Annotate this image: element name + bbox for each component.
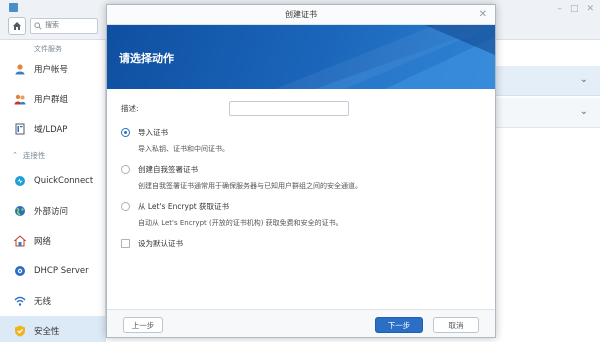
dialog-banner: 请选择动作 — [107, 25, 495, 89]
group-icon — [14, 93, 26, 105]
sidebar: 文件服务 用户帐号 用户群组 域/LDAP ⌃ 连接性 QuickConnect… — [0, 40, 106, 342]
maximize-icon[interactable]: □ — [570, 4, 579, 14]
search-input[interactable] — [45, 21, 101, 29]
sidebar-item-label: 网络 — [34, 237, 52, 247]
sidebar-item-user-accounts[interactable]: 用户帐号 — [0, 54, 105, 84]
sidebar-item-label: 无线 — [34, 297, 52, 307]
sidebar-item-label: 外部访问 — [34, 207, 69, 217]
banner-decoration — [275, 25, 495, 89]
wifi-icon — [14, 295, 26, 307]
option-description: 创建自我签署证书通常用于确保服务器与已知用户群组之间的安全通道。 — [138, 182, 362, 190]
dialog-title: 创建证书 — [285, 10, 317, 19]
create-certificate-dialog: 创建证书 ✕ 请选择动作 描述: 导入证书 导入私钥、证书和中间证书。 创建自我… — [106, 4, 496, 338]
cancel-button[interactable]: 取消 — [433, 317, 479, 333]
radio-lets-encrypt[interactable] — [121, 201, 130, 211]
sidebar-item-domain-ldap[interactable]: 域/LDAP — [0, 114, 105, 144]
sidebar-item-wireless[interactable]: 无线 — [0, 286, 105, 316]
sidebar-item-label: DHCP Server — [34, 266, 89, 276]
sidebar-item-label: QuickConnect — [34, 176, 94, 186]
sidebar-item-network[interactable]: 网络 — [0, 226, 105, 256]
sidebar-item-label: 用户群组 — [34, 95, 69, 105]
search-icon — [34, 22, 42, 30]
settings-row[interactable]: ⌄ — [490, 98, 600, 128]
default-certificate-row[interactable]: 设为默认证书 — [121, 237, 495, 249]
dhcp-icon — [14, 265, 26, 277]
description-row: 描述: — [121, 99, 495, 117]
chevron-down-icon[interactable]: ⌄ — [580, 74, 588, 85]
option-lets-encrypt[interactable]: 从 Let's Encrypt 获取证书 — [121, 200, 495, 212]
network-icon — [14, 235, 26, 247]
sidebar-item-quickconnect[interactable]: QuickConnect — [0, 166, 105, 196]
domain-icon — [14, 123, 26, 135]
sidebar-item-user-groups[interactable]: 用户群组 — [0, 84, 105, 114]
radio-self-signed[interactable] — [121, 164, 130, 174]
search-box[interactable] — [30, 18, 101, 34]
action-form: 描述: 导入证书 导入私钥、证书和中间证书。 创建自我签署证书 创建自我签署证书… — [107, 89, 495, 249]
default-certificate-checkbox[interactable] — [121, 238, 130, 248]
banner-title: 请选择动作 — [119, 52, 174, 65]
next-button[interactable]: 下一步 — [375, 317, 423, 333]
checkbox-label: 设为默认证书 — [138, 238, 183, 248]
option-label: 从 Let's Encrypt 获取证书 — [138, 201, 230, 211]
user-icon — [14, 63, 26, 75]
control-panel-app-icon — [9, 3, 18, 12]
dialog-titlebar: 创建证书 ✕ — [107, 5, 495, 25]
option-label: 创建自我签署证书 — [138, 164, 198, 174]
sidebar-item-label: 安全性 — [34, 327, 60, 337]
settings-row[interactable]: ⌄ — [490, 66, 600, 96]
option-self-signed[interactable]: 创建自我签署证书 — [121, 163, 495, 175]
sidebar-item-label: 域/LDAP — [34, 125, 68, 135]
option-label: 导入证书 — [138, 127, 168, 137]
home-button[interactable] — [8, 17, 26, 35]
radio-import-certificate[interactable] — [121, 127, 130, 137]
option-description: 导入私钥、证书和中间证书。 — [138, 145, 229, 153]
chevron-up-icon: ⌃ — [12, 151, 18, 159]
description-input[interactable] — [229, 100, 349, 116]
close-window-icon[interactable]: ✕ — [586, 4, 594, 14]
sidebar-section-label: 连接性 — [22, 150, 46, 160]
minimize-icon[interactable]: – — [557, 4, 562, 14]
dialog-footer: 上一步 下一步 取消 — [107, 309, 495, 337]
sidebar-item-label: 用户帐号 — [34, 65, 69, 75]
sidebar-item-partial[interactable]: 文件服务 — [0, 40, 105, 54]
quickconnect-icon — [14, 175, 26, 187]
previous-button[interactable]: 上一步 — [123, 317, 163, 333]
description-label: 描述: — [121, 103, 139, 113]
sidebar-item-security[interactable]: 安全性 — [0, 316, 105, 342]
window-controls: – □ ✕ — [557, 4, 594, 14]
home-icon — [13, 22, 21, 30]
sidebar-section-connectivity[interactable]: ⌃ 连接性 — [0, 144, 105, 166]
chevron-down-icon[interactable]: ⌄ — [580, 106, 588, 117]
option-description: 自动从 Let's Encrypt (开放的证书机构) 获取免费和安全的证书。 — [138, 219, 343, 227]
globe-icon — [14, 205, 26, 217]
sidebar-item-dhcp-server[interactable]: DHCP Server — [0, 256, 105, 286]
sidebar-item-external-access[interactable]: 外部访问 — [0, 196, 105, 226]
close-icon[interactable]: ✕ — [479, 9, 487, 20]
shield-icon — [14, 325, 26, 337]
option-import-certificate[interactable]: 导入证书 — [121, 126, 495, 138]
